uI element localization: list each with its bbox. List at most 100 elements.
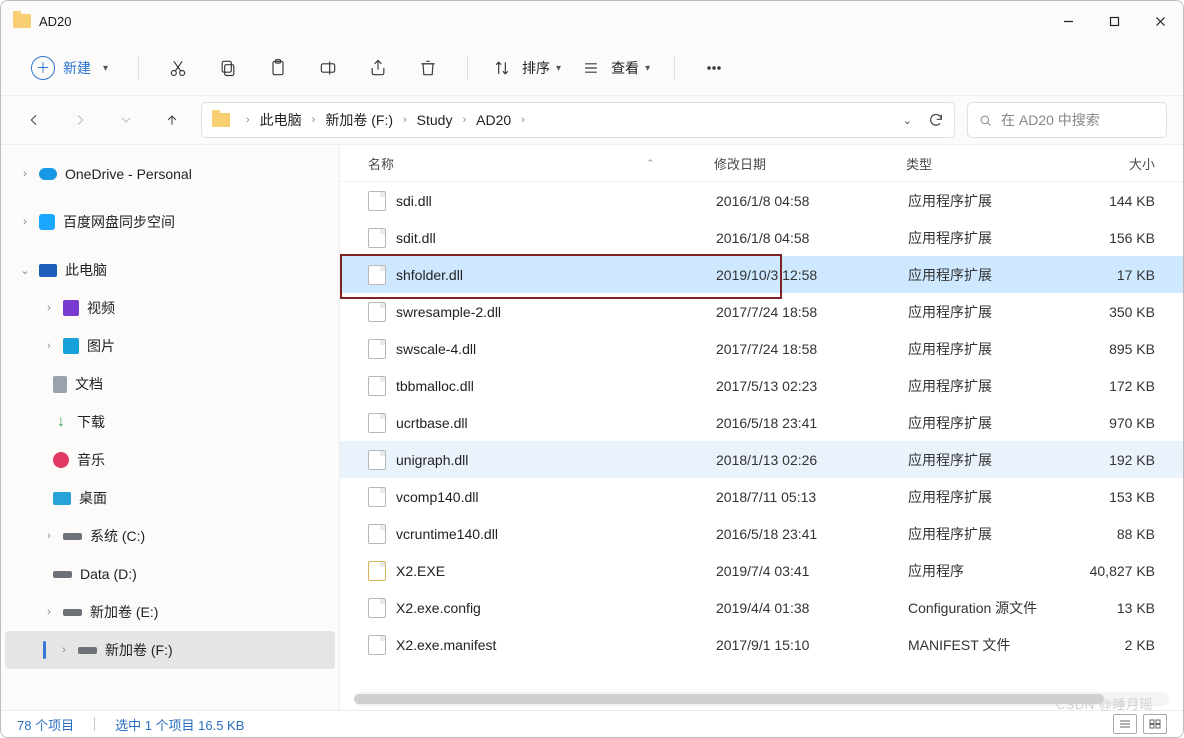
file-row[interactable]: X2.exe.manifest2017/9/1 15:10MANIFEST 文件… xyxy=(340,626,1183,663)
more-button[interactable] xyxy=(693,50,735,86)
file-row[interactable]: sdit.dll2016/1/8 04:58应用程序扩展156 KB xyxy=(340,219,1183,256)
file-size: 153 KB xyxy=(1066,489,1183,505)
chevron-right-icon: › xyxy=(403,114,407,126)
scrollbar-thumb[interactable] xyxy=(354,694,1104,704)
column-header: 名称 ⌃ 修改日期 类型 大小 xyxy=(340,145,1183,182)
close-button[interactable] xyxy=(1137,1,1183,41)
horizontal-scrollbar[interactable] xyxy=(354,692,1169,706)
sidebar-item-video[interactable]: ›视频 xyxy=(5,289,335,327)
sidebar: › OneDrive - Personal › 百度网盘同步空间 ⌄ 此电脑 ›… xyxy=(1,145,340,710)
file-row[interactable]: X2.exe.config2019/4/4 01:38Configuration… xyxy=(340,589,1183,626)
sidebar-item-drive-d[interactable]: Data (D:) xyxy=(5,555,335,593)
plus-icon: ＋ xyxy=(31,56,55,80)
new-button[interactable]: ＋ 新建 ▾ xyxy=(19,50,120,86)
file-name: shfolder.dll xyxy=(396,267,716,283)
file-size: 192 KB xyxy=(1066,452,1183,468)
sidebar-item-baidu[interactable]: › 百度网盘同步空间 xyxy=(5,203,335,241)
file-row[interactable]: vcomp140.dll2018/7/11 05:13应用程序扩展153 KB xyxy=(340,478,1183,515)
refresh-icon[interactable] xyxy=(928,112,944,128)
column-size[interactable]: 大小 xyxy=(1064,154,1183,173)
breadcrumb-bar[interactable]: › 此电脑 › 新加卷 (F:) › Study › AD20 › ⌄ xyxy=(201,102,955,138)
file-type: 应用程序扩展 xyxy=(908,524,1066,544)
separator xyxy=(138,55,139,81)
chevron-down-icon[interactable]: ⌄ xyxy=(903,114,912,127)
file-row[interactable]: vcruntime140.dll2016/5/18 23:41应用程序扩展88 … xyxy=(340,515,1183,552)
explorer-window: AD20 ＋ 新建 ▾ 排序 ▾ 查看 ▾ xyxy=(0,0,1184,738)
chevron-down-icon: ⌄ xyxy=(19,264,31,277)
breadcrumb-item[interactable]: Study xyxy=(417,112,453,128)
column-name[interactable]: 名称 ⌃ xyxy=(368,154,714,173)
file-name: ucrtbase.dll xyxy=(396,415,716,431)
minimize-button[interactable] xyxy=(1045,1,1091,41)
paste-button[interactable] xyxy=(257,50,299,86)
share-button[interactable] xyxy=(357,50,399,86)
file-date: 2016/5/18 23:41 xyxy=(716,526,908,542)
breadcrumb-item[interactable]: AD20 xyxy=(476,112,511,128)
file-type: 应用程序 xyxy=(908,561,1066,581)
file-type: MANIFEST 文件 xyxy=(908,635,1066,655)
view-thumbnails-button[interactable] xyxy=(1143,714,1167,734)
toolbar: ＋ 新建 ▾ 排序 ▾ 查看 ▾ xyxy=(1,41,1183,96)
delete-button[interactable] xyxy=(407,50,449,86)
chevron-right-icon: › xyxy=(43,530,55,542)
cut-button[interactable] xyxy=(157,50,199,86)
view-button[interactable]: 查看 ▾ xyxy=(575,50,656,86)
sidebar-item-drive-c[interactable]: › 系统 (C:) xyxy=(5,517,335,555)
file-date: 2016/1/8 04:58 xyxy=(716,230,908,246)
up-button[interactable] xyxy=(155,103,189,137)
view-details-button[interactable] xyxy=(1113,714,1137,734)
document-icon xyxy=(53,376,67,393)
video-icon xyxy=(63,300,79,316)
folder-icon xyxy=(13,14,31,28)
file-row[interactable]: tbbmalloc.dll2017/5/13 02:23应用程序扩展172 KB xyxy=(340,367,1183,404)
drive-icon xyxy=(53,571,72,578)
file-list[interactable]: sdi.dll2016/1/8 04:58应用程序扩展144 KBsdit.dl… xyxy=(340,182,1183,692)
column-date[interactable]: 修改日期 xyxy=(714,154,906,173)
title-bar: AD20 xyxy=(1,1,1183,41)
sort-button[interactable]: 排序 ▾ xyxy=(486,50,567,86)
file-date: 2018/1/13 02:26 xyxy=(716,452,908,468)
sidebar-item-picture[interactable]: ›图片 xyxy=(5,327,335,365)
file-date: 2017/7/24 18:58 xyxy=(716,341,908,357)
file-icon xyxy=(368,487,386,507)
forward-button[interactable] xyxy=(63,103,97,137)
sidebar-item-desktop[interactable]: 桌面 xyxy=(5,479,335,517)
file-row[interactable]: swscale-4.dll2017/7/24 18:58应用程序扩展895 KB xyxy=(340,330,1183,367)
baidu-icon xyxy=(39,214,55,230)
file-row[interactable]: sdi.dll2016/1/8 04:58应用程序扩展144 KB xyxy=(340,182,1183,219)
sidebar-label: 视频 xyxy=(87,298,115,318)
watermark: CSDN @睡月瑶 xyxy=(1056,694,1153,713)
sidebar-item-drive-e[interactable]: ›新加卷 (E:) xyxy=(5,593,335,631)
column-type[interactable]: 类型 xyxy=(906,154,1064,173)
file-icon xyxy=(368,524,386,544)
file-row[interactable]: ucrtbase.dll2016/5/18 23:41应用程序扩展970 KB xyxy=(340,404,1183,441)
file-row[interactable]: unigraph.dll2018/1/13 02:26应用程序扩展192 KB xyxy=(340,441,1183,478)
file-row[interactable]: swresample-2.dll2017/7/24 18:58应用程序扩展350… xyxy=(340,293,1183,330)
file-row[interactable]: X2.EXE2019/7/4 03:41应用程序40,827 KB xyxy=(340,552,1183,589)
copy-button[interactable] xyxy=(207,50,249,86)
breadcrumb-item[interactable]: 此电脑 xyxy=(260,110,302,130)
search-box[interactable]: 在 AD20 中搜索 xyxy=(967,102,1167,138)
recent-dropdown[interactable] xyxy=(109,103,143,137)
file-size: 17 KB xyxy=(1066,267,1183,283)
sidebar-item-thispc[interactable]: ⌄ 此电脑 xyxy=(5,251,335,289)
chevron-down-icon: ▾ xyxy=(103,63,108,74)
maximize-button[interactable] xyxy=(1091,1,1137,41)
breadcrumb-item[interactable]: 新加卷 (F:) xyxy=(325,110,393,130)
breadcrumb-controls: ⌄ xyxy=(903,112,944,128)
sidebar-item-onedrive[interactable]: › OneDrive - Personal xyxy=(5,155,335,193)
file-type: 应用程序扩展 xyxy=(908,265,1066,285)
file-date: 2019/7/4 03:41 xyxy=(716,563,908,579)
back-button[interactable] xyxy=(17,103,51,137)
sidebar-label: 系统 (C:) xyxy=(90,526,145,546)
download-icon: ↓ xyxy=(53,414,69,430)
sidebar-item-music[interactable]: 音乐 xyxy=(5,441,335,479)
file-date: 2016/5/18 23:41 xyxy=(716,415,908,431)
rename-button[interactable] xyxy=(307,50,349,86)
file-row[interactable]: shfolder.dll2019/10/3 12:58应用程序扩展17 KB xyxy=(340,256,1183,293)
sidebar-label: 百度网盘同步空间 xyxy=(63,212,175,232)
sidebar-item-document[interactable]: 文档 xyxy=(5,365,335,403)
sidebar-item-drive-f[interactable]: ›新加卷 (F:) xyxy=(5,631,335,669)
file-size: 350 KB xyxy=(1066,304,1183,320)
sidebar-item-download[interactable]: ↓下载 xyxy=(5,403,335,441)
